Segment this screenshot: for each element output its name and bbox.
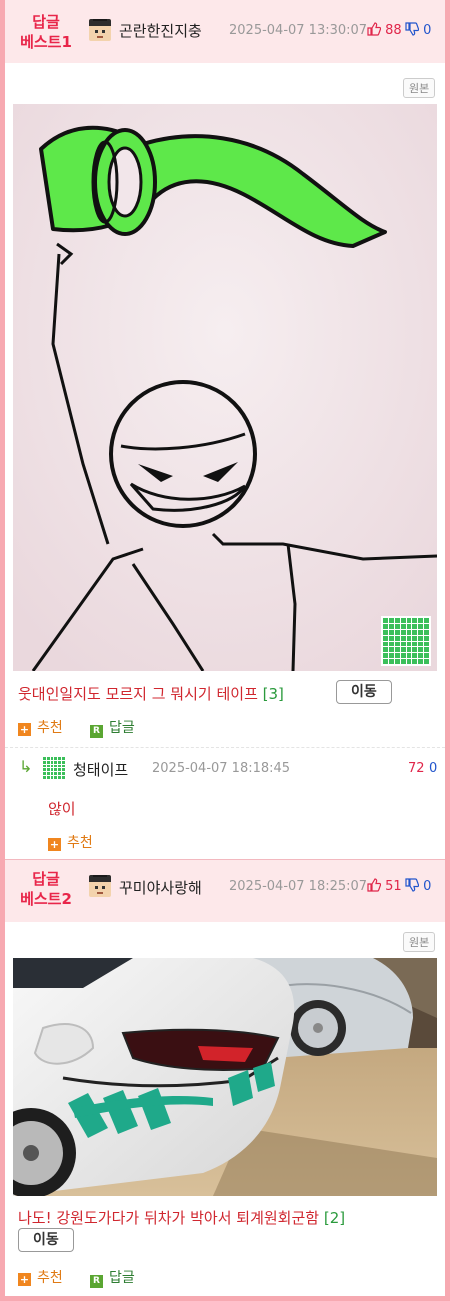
reply-upvote-count[interactable]: 72 (408, 761, 425, 776)
thumbs-up-icon (367, 22, 382, 36)
author-nick[interactable]: 곤란한진지충 (119, 20, 202, 41)
author-nick[interactable]: 꾸미야사랑해 (119, 877, 202, 898)
post-title-row[interactable]: 웃대인일지도 모르지 그 뭐시기 테이프 [3] (18, 683, 284, 704)
best-badge: 답글 베스트1 (13, 12, 79, 52)
reply-arrow-icon: ↳ (19, 757, 33, 776)
best-comment-header-1: 답글 베스트1 곤란한진지충 2025-04-07 13:30:07 88 0 (5, 0, 445, 63)
post-image-drawing[interactable] (13, 104, 437, 671)
best-badge: 답글 베스트2 (13, 869, 79, 909)
reply-downvote-count[interactable]: 0 (429, 761, 437, 776)
recommend-button[interactable]: + 추천 (18, 1267, 63, 1287)
best-comment-header-2: 답글 베스트2 꾸미야사랑해 2025-04-07 18:25:07 51 0 (5, 859, 445, 922)
recommend-button[interactable]: + 추천 (18, 717, 63, 737)
pixel-grid-icon (42, 756, 66, 780)
divider (5, 747, 445, 748)
reply-date: 2025-04-07 18:18:45 (152, 761, 291, 776)
reply-button[interactable]: R 답글 (90, 717, 135, 738)
recommend-label: 추천 (67, 835, 93, 851)
badge-line1: 답글 (32, 870, 60, 888)
downvote-count: 0 (423, 879, 432, 894)
reply-label: 답글 (109, 720, 135, 736)
downvote-count: 0 (423, 23, 432, 38)
reply-recommend-button[interactable]: + 추천 (48, 832, 93, 852)
thumbs-down-icon (405, 878, 420, 892)
badge-line2: 베스트1 (20, 33, 72, 51)
move-button[interactable]: 이동 (18, 1228, 74, 1252)
plus-icon: + (48, 838, 61, 851)
comment-frame: 답글 베스트1 곤란한진지충 2025-04-07 13:30:07 88 0 … (5, 0, 445, 1296)
reply-r-icon: R (90, 1275, 103, 1288)
reply-author-nick[interactable]: 청태이프 (73, 759, 128, 780)
post-date: 2025-04-07 13:30:07 (229, 23, 368, 38)
pixel-grid-icon (381, 616, 431, 666)
badge-line2: 베스트2 (20, 890, 72, 908)
pixel-avatar-icon (89, 19, 111, 41)
upvote[interactable]: 51 (367, 878, 402, 894)
reply-button[interactable]: R 답글 (90, 1267, 135, 1288)
upvote[interactable]: 88 (367, 22, 402, 38)
thumbs-down-icon (405, 22, 420, 36)
reply-text: 않이 (48, 800, 76, 818)
badge-line1: 답글 (32, 13, 60, 31)
reply-count: [2] (323, 1209, 346, 1227)
original-image-button[interactable]: 원본 (403, 932, 436, 952)
plus-icon: + (18, 1273, 31, 1286)
recommend-label: 추천 (37, 720, 63, 736)
downvote[interactable]: 0 (405, 878, 431, 894)
reply-r-icon: R (90, 725, 103, 738)
original-image-button[interactable]: 원본 (403, 78, 436, 98)
move-button[interactable]: 이동 (336, 680, 392, 704)
recommend-label: 추천 (37, 1270, 63, 1286)
reply-label: 답글 (109, 1270, 135, 1286)
post-date: 2025-04-07 18:25:07 (229, 879, 368, 894)
downvote[interactable]: 0 (405, 22, 431, 38)
reply-count: [3] (262, 685, 284, 703)
plus-icon: + (18, 723, 31, 736)
upvote-count: 88 (385, 23, 402, 38)
post-title[interactable]: 웃대인일지도 모르지 그 뭐시기 테이프 (18, 685, 258, 703)
post-title[interactable]: 나도! 강원도가다가 뒤차가 박아서 퇴계원회군함 (18, 1209, 319, 1227)
post-image-car[interactable] (13, 958, 437, 1196)
pixel-avatar-icon (89, 875, 111, 897)
thumbs-up-icon (367, 878, 382, 892)
post-title-row[interactable]: 나도! 강원도가다가 뒤차가 박아서 퇴계원회군함 [2] (18, 1207, 345, 1228)
upvote-count: 51 (385, 879, 402, 894)
